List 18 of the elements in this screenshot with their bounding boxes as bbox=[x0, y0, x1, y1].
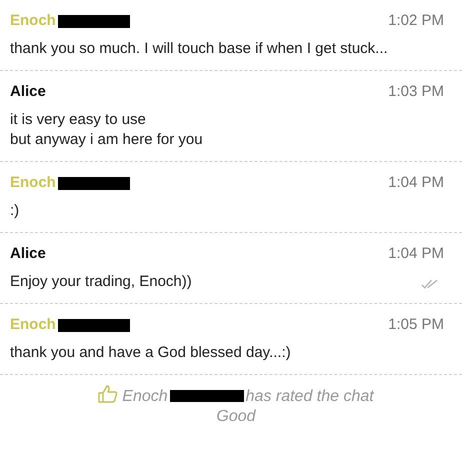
sender-name: Enoch bbox=[10, 12, 56, 28]
message-time: 1:02 PM bbox=[388, 12, 444, 28]
message-time: 1:05 PM bbox=[388, 316, 444, 332]
rating-text: has rated the chat Good bbox=[216, 388, 374, 425]
sender-name: Alice bbox=[10, 82, 46, 100]
message-text: :) bbox=[10, 201, 20, 221]
message-time: 1:03 PM bbox=[388, 82, 444, 100]
sender-name: Enoch bbox=[10, 174, 56, 190]
sender-name: Enoch bbox=[10, 316, 56, 332]
thumbs-up-icon bbox=[98, 385, 118, 403]
sender-name: Alice bbox=[10, 244, 46, 262]
rater-name: Enoch bbox=[122, 388, 168, 405]
message-text: it is very easy to use but anyway i am here for you bbox=[10, 110, 203, 150]
message-time: 1:04 PM bbox=[388, 244, 444, 262]
message-text: Enjoy your trading, Enoch)) bbox=[10, 272, 192, 292]
message-text: thank you and have a God blessed day...:) bbox=[10, 343, 291, 363]
message-text: thank you so much. I will touch base if when I get stuck... bbox=[10, 39, 388, 59]
message-time: 1:04 PM bbox=[388, 174, 444, 190]
